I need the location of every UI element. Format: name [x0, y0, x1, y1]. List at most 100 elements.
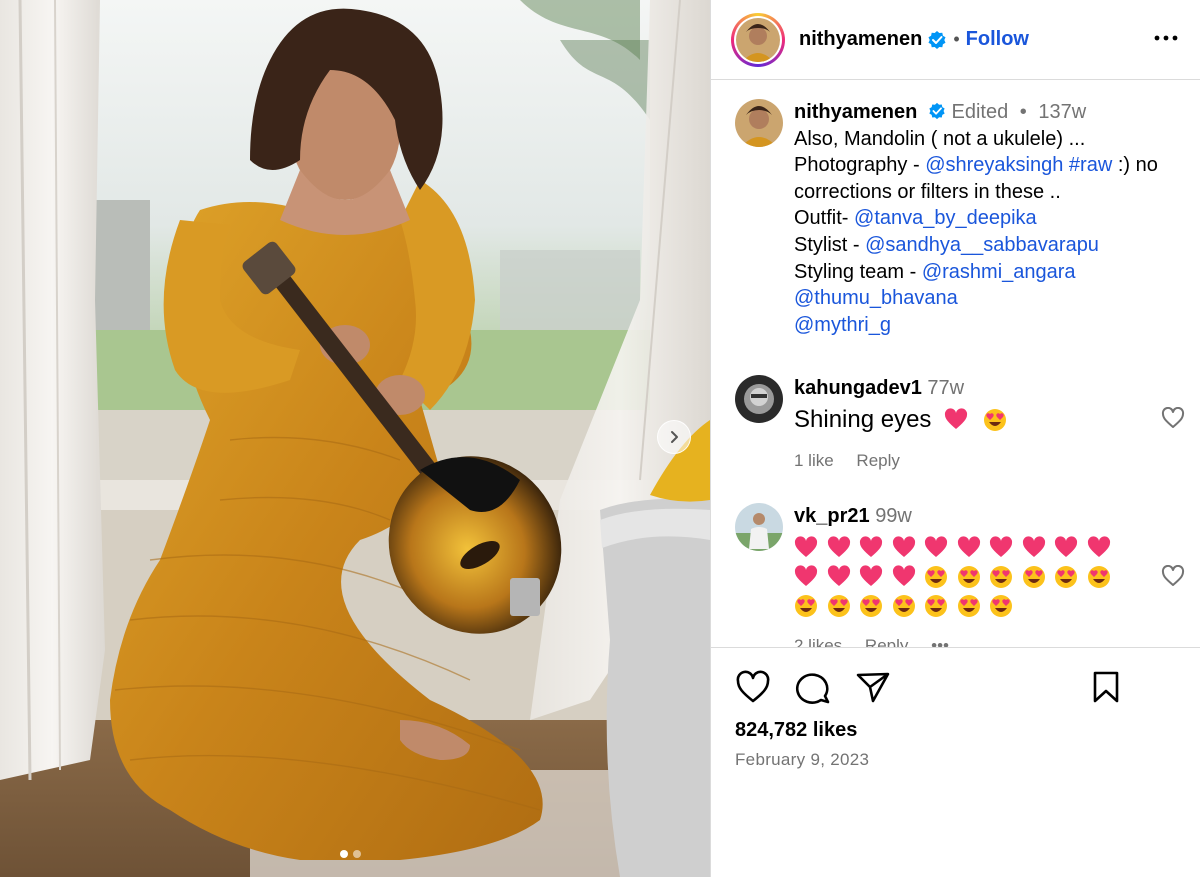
heart-eyes-emoji [1087, 566, 1110, 589]
mention-link[interactable]: @rashmi_angara [922, 261, 1076, 283]
caption-line: Stylist - @sandhya__sabbavarapu [794, 232, 1158, 259]
caption-username[interactable]: nithyamenen [794, 101, 917, 123]
post-photo [0, 0, 710, 877]
story-ring[interactable] [731, 12, 785, 67]
heart-eyes-emoji [1055, 566, 1077, 589]
likes-count[interactable]: 824,782 likes [735, 719, 857, 742]
pink-heart-emoji [794, 565, 818, 587]
comment-body: vk_pr21 99w 2 likes Reply ••• [794, 503, 1119, 647]
comment-avatar[interactable] [735, 503, 783, 551]
comments-section[interactable]: nithyamenen Edited • 137w Also, Mandolin… [711, 81, 1200, 647]
comment-likes[interactable]: 2 likes [794, 636, 842, 647]
comment-age: 99w [875, 505, 912, 527]
heart-eyes-emoji [795, 595, 817, 618]
comment-item: vk_pr21 99w 2 likes Reply ••• [735, 503, 1119, 647]
caption-line: corrections or filters in these .. [794, 180, 1061, 203]
heart-eyes-emoji [925, 595, 947, 618]
carousel-next-button[interactable] [657, 420, 691, 454]
comment-age: 77w [927, 377, 965, 399]
comment-more-button[interactable]: ••• [931, 636, 949, 647]
pink-heart-emoji [1087, 536, 1110, 558]
more-options-icon[interactable] [1153, 28, 1179, 48]
heart-eyes-emoji [925, 566, 947, 589]
action-bar [735, 670, 891, 704]
post-media[interactable] [0, 0, 710, 877]
emoji-row [794, 592, 1119, 621]
caption-avatar[interactable] [735, 99, 783, 147]
pink-heart-emoji [827, 565, 850, 587]
heart-eyes-emoji [1022, 566, 1045, 589]
caption-line: @thumu_bhavana [794, 285, 1158, 312]
heart-eyes-emoji [957, 595, 980, 618]
emoji-row [794, 563, 1119, 592]
pink-heart-emoji [1022, 536, 1045, 558]
caption-line: Outfit- @tanva_by_deepika [794, 205, 1158, 232]
reply-button[interactable]: Reply [856, 451, 899, 470]
pink-heart-emoji [924, 536, 948, 558]
comment-body: kahungadev1 77w Shining eyes 1 like Repl… [794, 375, 1016, 474]
post-actions: 824,782 likes February 9, 2023 [711, 647, 1200, 877]
comment-username[interactable]: vk_pr21 [794, 505, 870, 527]
pink-heart-emoji [859, 565, 883, 587]
heart-eyes-emoji [827, 595, 850, 618]
pink-heart-emoji [892, 565, 915, 587]
caption-text: nithyamenen Edited • 137w Also, Mandolin… [794, 99, 1158, 338]
share-icon[interactable] [855, 670, 891, 704]
reply-button[interactable]: Reply [865, 636, 908, 647]
caption: nithyamenen Edited • 137w Also, Mandolin… [735, 99, 1158, 338]
hashtag-link[interactable]: #raw [1063, 154, 1112, 176]
comment-username[interactable]: kahungadev1 [794, 377, 922, 399]
pink-heart-emoji [957, 536, 980, 558]
emoji-row [794, 534, 1119, 563]
pink-heart-emoji [1054, 536, 1078, 558]
verified-badge-icon [928, 30, 946, 49]
post-date: February 9, 2023 [735, 750, 870, 769]
like-comment-icon[interactable] [1161, 565, 1185, 587]
carousel-dot [353, 850, 361, 858]
heart-eyes-emoji [957, 566, 980, 589]
pink-heart-emoji [827, 536, 850, 558]
comment-avatar[interactable] [735, 375, 783, 423]
like-comment-icon[interactable] [1161, 407, 1185, 429]
header-separator: • [953, 29, 960, 49]
comment-icon[interactable] [795, 670, 831, 704]
pink-heart-emoji [989, 536, 1013, 558]
follow-button[interactable]: Follow [966, 28, 1029, 51]
comment-actions: 1 like Reply [794, 448, 1016, 475]
mention-link[interactable]: @shreyaksingh [925, 154, 1063, 176]
caption-line: Styling team - @rashmi_angara [794, 259, 1158, 286]
carousel-indicator [340, 850, 361, 858]
comment-text: Shining eyes [794, 405, 932, 433]
heart-icon[interactable] [735, 670, 771, 704]
heart-eyes-emoji [860, 595, 882, 618]
caption-age[interactable]: 137w [1038, 101, 1086, 123]
caption-line-text: Stylist - [794, 233, 866, 256]
caption-line-text: Styling team - [794, 260, 922, 283]
caption-line-text: Photography - [794, 154, 926, 177]
comment-emoji-text [794, 534, 1119, 621]
mention-link[interactable]: @tanva_by_deepika [854, 207, 1037, 229]
heart-eyes-emoji [892, 595, 915, 618]
pink-heart-emoji [794, 536, 818, 558]
verified-badge-icon [929, 103, 945, 120]
header-username[interactable]: nithyamenen [799, 28, 922, 51]
mention-link[interactable]: @sandhya__sabbavarapu [865, 234, 1099, 256]
edited-label: Edited [951, 101, 1009, 123]
comment-item: kahungadev1 77w Shining eyes 1 like Repl… [735, 375, 1016, 474]
chevron-right-icon [671, 431, 678, 443]
pink-heart-emoji [859, 536, 883, 558]
pink-heart-emoji [945, 408, 968, 430]
comment-likes[interactable]: 1 like [794, 451, 834, 470]
pink-heart-emoji [892, 536, 915, 558]
caption-line-text: Outfit- [794, 207, 855, 230]
heart-eyes-emoji [990, 595, 1012, 618]
mention-link[interactable]: @thumu_bhavana [794, 287, 958, 309]
post-panel: nithyamenen • Follow nithyamenen Edited … [710, 0, 1200, 877]
heart-eyes-emoji [990, 566, 1012, 589]
comment-actions: 2 likes Reply ••• [794, 633, 1119, 647]
bookmark-icon[interactable] [1091, 670, 1121, 704]
instagram-post: nithyamenen • Follow nithyamenen Edited … [0, 0, 1200, 877]
mention-link[interactable]: @mythri_g [794, 314, 891, 336]
post-header: nithyamenen • Follow [711, 0, 1200, 80]
heart-eyes-emoji [984, 409, 1007, 432]
